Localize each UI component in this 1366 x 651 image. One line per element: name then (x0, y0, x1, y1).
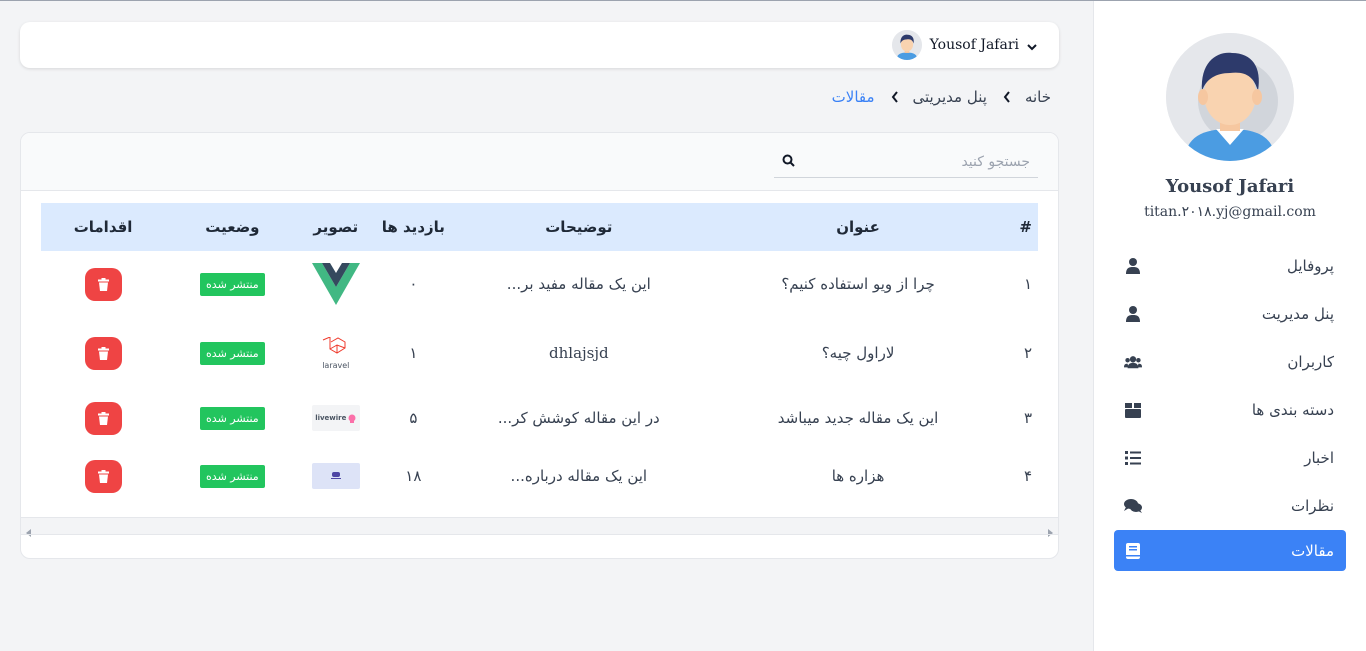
table-row: ۲ لاراول چیه؟ dhlajsjd ۱ laravel منتشر ش… (41, 317, 1038, 389)
table-header-row: # عنوان توضیحات بازدید ها تصویر وضعیت اق… (41, 203, 1038, 251)
sidebar-item-categories[interactable]: دسته بندی ها (1114, 386, 1346, 434)
delete-button[interactable] (84, 401, 122, 435)
sidebar-item-label: پروفایل (1287, 257, 1334, 275)
breadcrumb: خانه پنل مدیریتی مقالات (832, 88, 1051, 106)
chevron-left-icon (889, 91, 899, 103)
status-badge: منتشر شده (200, 272, 265, 296)
row-description: این یک مقاله مفید بر... (506, 275, 651, 293)
col-header-number: # (1019, 218, 1032, 236)
search-icon[interactable] (782, 152, 795, 171)
sidebar-item-label: مقالات (1291, 541, 1334, 560)
search-box (774, 146, 1038, 178)
row-title: چرا از ویو استفاده کنیم؟ (781, 275, 935, 293)
sidebar-item-admin-panel[interactable]: پنل مدیریت (1114, 290, 1346, 338)
comments-icon (1124, 497, 1142, 515)
user-menu[interactable]: Yousof Jafari (891, 30, 1037, 60)
sidebar-item-label: پنل مدیریت (1261, 305, 1334, 323)
user-avatar-icon (1166, 33, 1294, 161)
box-icon (1124, 401, 1142, 419)
table-row: ۳ این یک مقاله جدید میباشد در این مقاله … (41, 389, 1038, 447)
sidebar-item-articles[interactable]: مقالات (1114, 530, 1346, 571)
user-name: Yousof Jafari (929, 37, 1019, 53)
book-icon (1124, 542, 1142, 560)
user-avatar (891, 30, 922, 60)
delete-button[interactable] (84, 459, 122, 493)
sidebar-item-label: اخبار (1304, 449, 1334, 467)
trash-icon (97, 411, 109, 425)
laravel-logo-text: laravel (322, 360, 350, 370)
sidebar-menu: پروفایل پنل مدیریت کاربران دسته بندی ها … (1114, 242, 1346, 571)
table-row: ۱ چرا از ویو استفاده کنیم؟ این یک مقاله … (41, 251, 1038, 317)
profile-email: titan.۲۰۱۸.yj@gmail.com (1144, 204, 1316, 220)
breadcrumb-admin-panel[interactable]: پنل مدیریتی (913, 88, 987, 106)
chevron-down-icon[interactable] (1027, 36, 1037, 55)
table-row: ۴ هزاره ها این یک مقاله درباره... ۱۸ منت… (41, 447, 1038, 505)
row-number: ۳ (1023, 409, 1032, 427)
chevron-left-icon (1001, 91, 1011, 103)
laravel-logo: laravel (312, 333, 360, 373)
horizontal-scrollbar[interactable] (21, 517, 1058, 537)
breadcrumb-home[interactable]: خانه (1025, 88, 1051, 106)
trash-icon (97, 469, 109, 483)
sidebar-item-news[interactable]: اخبار (1114, 434, 1346, 482)
col-header-views: بازدید ها (381, 218, 445, 236)
col-header-image: تصویر (313, 218, 359, 236)
row-description: در این مقاله کوشش کر... (497, 409, 660, 427)
list-icon (1124, 449, 1142, 467)
row-description: این یک مقاله درباره... (510, 467, 648, 485)
status-badge: منتشر شده (200, 464, 265, 488)
row-views: ۱ (409, 344, 418, 362)
sidebar-item-comments[interactable]: نظرات (1114, 482, 1346, 530)
sidebar-item-label: دسته بندی ها (1251, 401, 1334, 419)
sidebar-item-users[interactable]: کاربران (1114, 338, 1346, 386)
row-number: ۱ (1023, 275, 1032, 293)
generic-thumbnail (311, 463, 360, 489)
card-header (21, 133, 1058, 191)
col-header-title: عنوان (836, 218, 880, 236)
col-header-status: وضعیت (205, 218, 260, 236)
profile-avatar (1166, 33, 1294, 161)
status-badge: منتشر شده (200, 341, 265, 365)
row-views: ۰ (409, 275, 418, 293)
row-number: ۲ (1023, 344, 1032, 362)
col-header-actions: اقدامات (73, 218, 133, 236)
delete-button[interactable] (84, 267, 122, 301)
row-views: ۱۸ (405, 467, 422, 485)
livewire-logo-text: livewire (315, 414, 347, 422)
search-input[interactable] (795, 153, 1030, 170)
row-views: ۵ (409, 409, 418, 427)
sidebar-item-profile[interactable]: پروفایل (1114, 242, 1346, 290)
sidebar: Yousof Jafari titan.۲۰۱۸.yj@gmail.com پر… (1093, 1, 1366, 651)
profile-name: Yousof Jafari (1165, 176, 1295, 197)
col-header-description: توضیحات (545, 218, 613, 236)
user-icon (1124, 305, 1142, 323)
trash-icon (97, 346, 109, 360)
users-icon (1124, 353, 1142, 371)
card-footer (21, 534, 1058, 558)
sidebar-item-label: کاربران (1287, 353, 1334, 371)
trash-icon (97, 277, 109, 291)
row-title: این یک مقاله جدید میباشد (777, 409, 939, 427)
delete-button[interactable] (84, 336, 122, 370)
status-badge: منتشر شده (200, 406, 265, 430)
row-description: dhlajsjd (549, 344, 609, 362)
sidebar-item-label: نظرات (1290, 497, 1334, 515)
user-icon (1124, 257, 1142, 275)
row-title: هزاره ها (831, 467, 885, 485)
row-title: لاراول چیه؟ (821, 344, 895, 362)
topbar: Yousof Jafari (20, 22, 1059, 68)
livewire-logo: livewire (311, 405, 360, 431)
breadcrumb-current: مقالات (831, 88, 875, 106)
vue-logo (311, 263, 360, 305)
articles-card: # عنوان توضیحات بازدید ها تصویر وضعیت اق… (20, 132, 1059, 559)
articles-table: # عنوان توضیحات بازدید ها تصویر وضعیت اق… (41, 203, 1038, 505)
row-number: ۴ (1023, 467, 1032, 485)
